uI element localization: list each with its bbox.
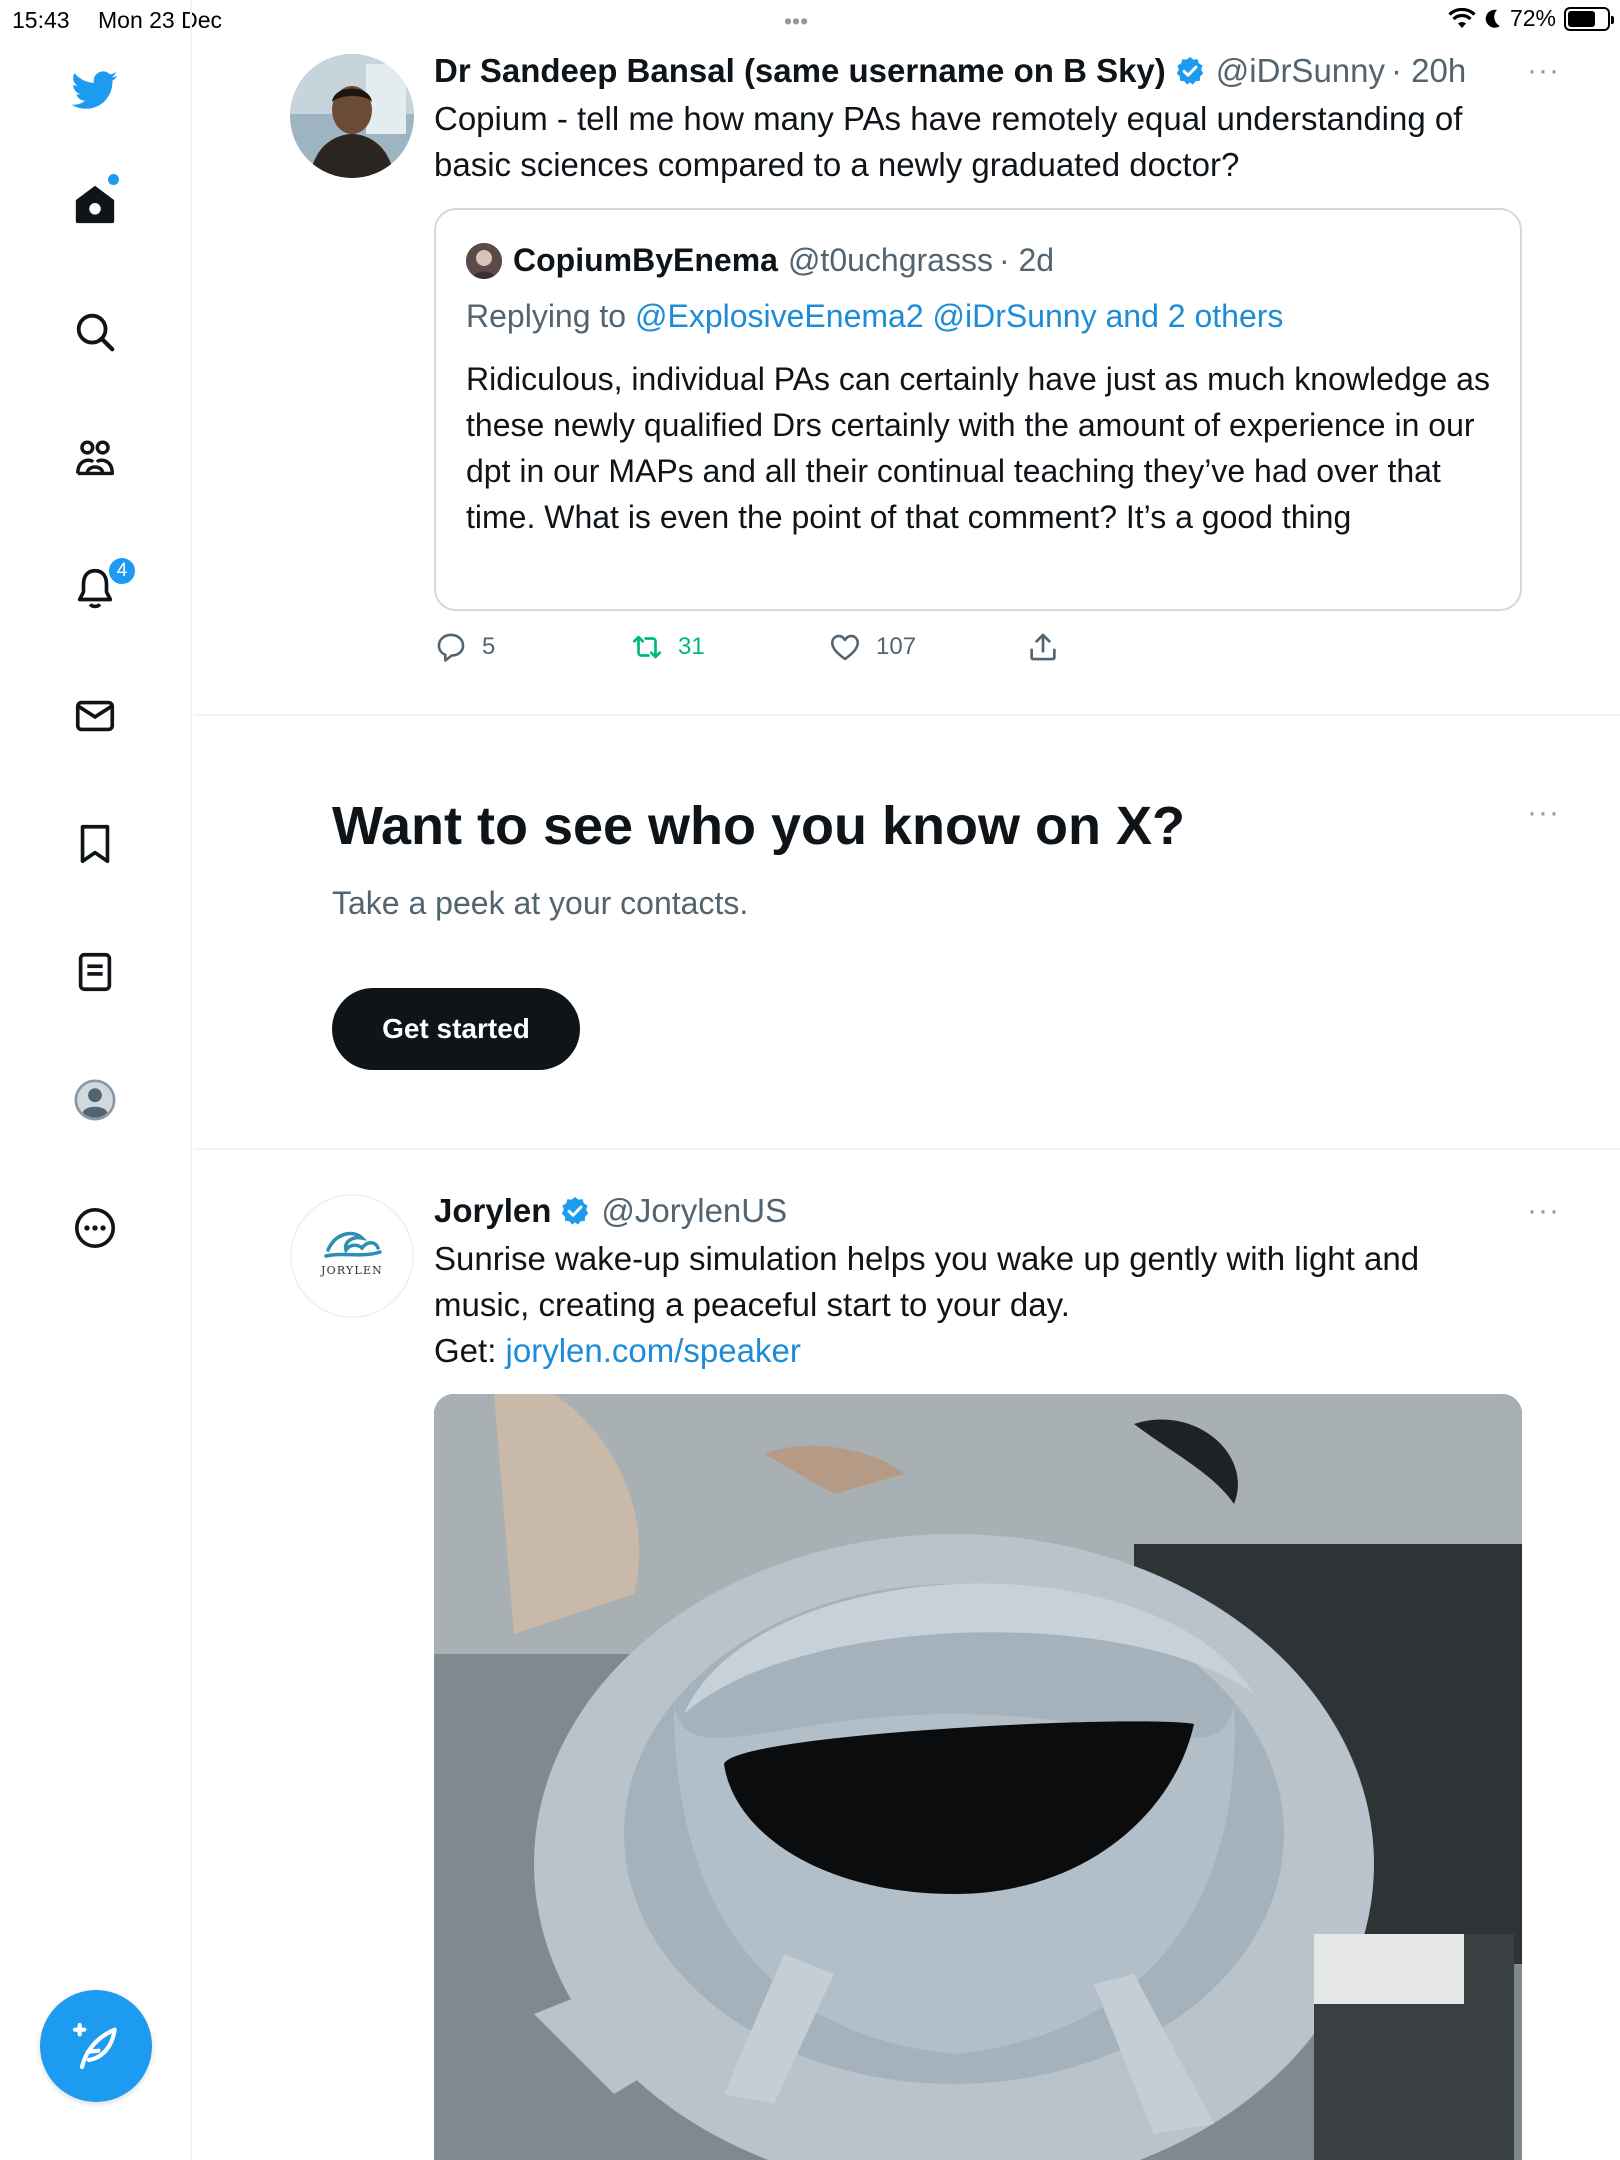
quote-avatar	[466, 242, 502, 279]
timeline: Dr Sandeep Bansal (same username on B Sk…	[194, 0, 1620, 2160]
tweet-header: Jorylen @JorylenUS	[434, 1190, 787, 1230]
author-handle[interactable]: @iDrSunny	[1216, 52, 1385, 90]
compose-button[interactable]	[40, 1990, 152, 2102]
retweet-icon	[632, 635, 662, 659]
tweet-timestamp[interactable]: · 20h	[1391, 52, 1466, 90]
share-icon	[1030, 633, 1056, 661]
home-unread-dot	[108, 174, 119, 185]
get-label: Get:	[434, 1332, 506, 1369]
tweet-link[interactable]: jorylen.com/speaker	[506, 1332, 801, 1369]
avatar[interactable]	[290, 54, 414, 178]
author-name[interactable]: Jorylen	[434, 1192, 551, 1230]
sidebar: 4	[0, 0, 192, 2160]
retweet-button[interactable]: 31	[630, 630, 705, 664]
tweet-more-button[interactable]: ···	[1527, 1194, 1560, 1228]
promo-subtitle: Take a peek at your contacts.	[332, 885, 749, 921]
verified-badge-icon	[1176, 57, 1203, 85]
like-count: 107	[876, 633, 917, 660]
share-button[interactable]	[1026, 630, 1060, 664]
retweet-count: 31	[678, 633, 705, 660]
search-icon[interactable]	[67, 304, 123, 360]
tweet-more-button[interactable]: ···	[1527, 54, 1560, 88]
tweet-header: Dr Sandeep Bansal (same username on B Sk…	[434, 50, 1466, 90]
notifications-badge: 4	[107, 556, 137, 586]
bookmarks-icon[interactable]	[67, 816, 123, 872]
quote-header: CopiumByEnema @t0uchgrasss · 2d	[466, 242, 1054, 279]
author-name[interactable]: Dr Sandeep Bansal (same username on B Sk…	[434, 52, 1166, 90]
tweet-actions: 5 31 107	[434, 630, 1534, 670]
messages-icon[interactable]	[67, 688, 123, 744]
promo-more-button[interactable]: ···	[1527, 796, 1560, 830]
quote-author-handle: @t0uchgrasss	[787, 242, 993, 278]
compose-feather-icon	[72, 2022, 117, 2070]
twitter-logo-icon[interactable]	[67, 62, 123, 118]
quote-replying-to: Replying to @ExplosiveEnema2 @iDrSunny a…	[466, 298, 1283, 335]
tweet-media-video[interactable]	[434, 1394, 1522, 2160]
verified-badge-icon	[562, 1197, 589, 1225]
avatar[interactable]: JORYLEN	[290, 1194, 414, 1318]
quoted-tweet[interactable]: CopiumByEnema @t0uchgrasss · 2d Replying…	[434, 208, 1522, 611]
avatar-text: JORYLEN	[320, 1264, 383, 1277]
reply-icon	[437, 633, 465, 662]
quote-timestamp: · 2d	[998, 242, 1055, 278]
get-started-button[interactable]: Get started	[332, 988, 580, 1070]
replying-prefix: Replying to	[466, 298, 635, 334]
more-icon[interactable]	[67, 1200, 123, 1256]
reply-count: 5	[482, 633, 496, 660]
quote-author-name: CopiumByEnema	[513, 242, 778, 278]
communities-icon[interactable]	[67, 432, 123, 488]
replying-mentions[interactable]: @ExplosiveEnema2 @iDrSunny and 2 others	[635, 298, 1283, 334]
tweet-text: Copium - tell me how many PAs have remot…	[434, 100, 1463, 183]
like-button[interactable]: 107	[828, 630, 916, 664]
jorylen-logo: JORYLEN	[320, 1231, 383, 1277]
lists-icon[interactable]	[67, 944, 123, 1000]
profile-icon[interactable]	[67, 1072, 123, 1128]
tweet-bansal[interactable]: Dr Sandeep Bansal (same username on B Sk…	[194, 0, 1620, 714]
quote-text: Ridiculous, individual PAs can certainly…	[466, 361, 1490, 535]
author-handle[interactable]: @JorylenUS	[601, 1192, 787, 1230]
speaker-photo	[434, 1394, 1522, 2160]
heart-icon	[830, 634, 860, 661]
tweet-body: Sunrise wake-up simulation helps you wak…	[434, 1240, 1420, 1323]
reply-button[interactable]: 5	[434, 630, 495, 664]
promo-title: Want to see who you know on X?	[332, 796, 1186, 856]
tweet-text: Sunrise wake-up simulation helps you wak…	[434, 1236, 1484, 1374]
contacts-promo	[194, 716, 1620, 1148]
